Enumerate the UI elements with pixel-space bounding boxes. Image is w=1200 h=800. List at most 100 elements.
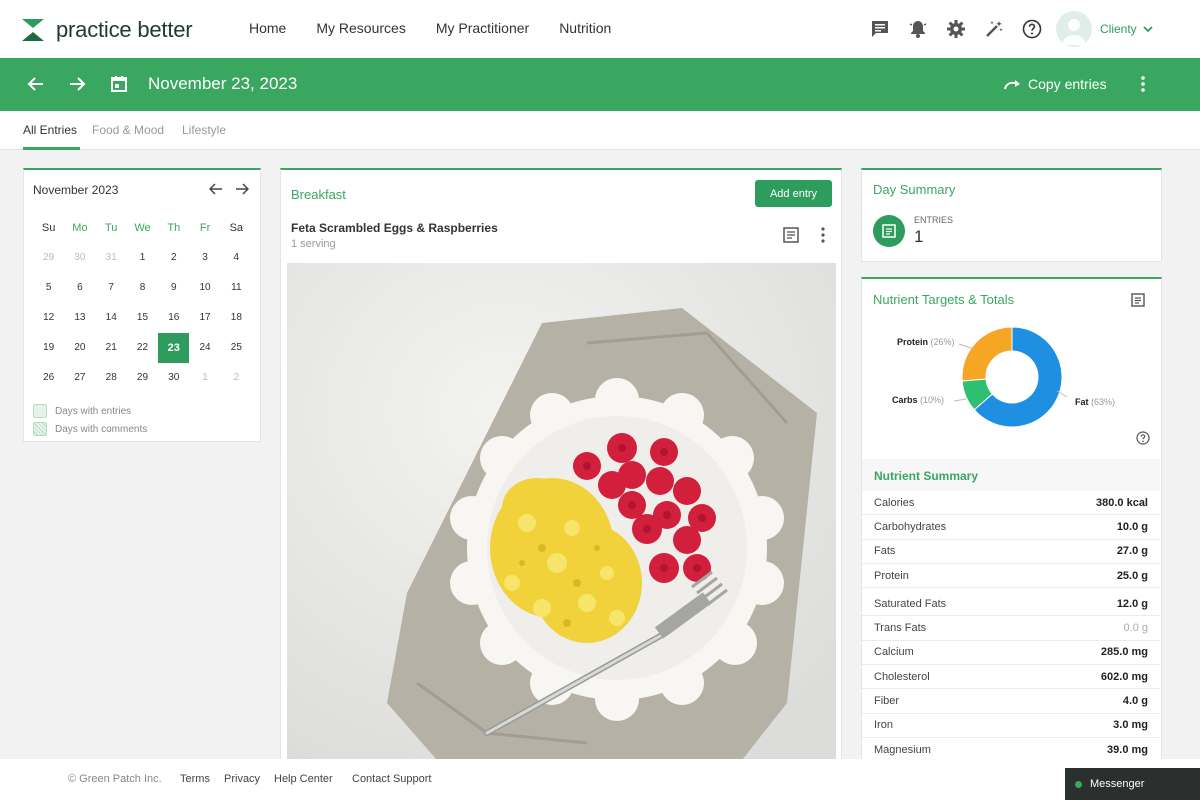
next-day-arrow-icon[interactable] [66, 73, 88, 95]
calendar-icon[interactable] [108, 73, 130, 95]
calendar-day[interactable]: 30 [158, 363, 189, 393]
user-menu[interactable]: Clienty [1100, 22, 1154, 36]
tab-lifestyle[interactable]: Lifestyle [182, 123, 226, 137]
weekday-label: Sa [229, 222, 244, 234]
calendar-day[interactable]: 8 [127, 273, 158, 303]
nutrient-summary-list: Calories 380.0 kcal Carbohydrates 10.0 g Fat… [862, 491, 1160, 763]
carbs-label: Carbs (10%) [892, 395, 945, 405]
weekday-header: Su Mo Tu We Th Fr Sa [33, 213, 252, 243]
nav-link-my-practitioner[interactable]: My Practitioner [436, 20, 529, 36]
nav-link-my-resources[interactable]: My Resources [316, 20, 405, 36]
tab-food-and-mood[interactable]: Food & Mood [92, 123, 164, 137]
nutrient-row: Iron 3.0 mg [862, 714, 1160, 738]
food-photo[interactable] [287, 263, 836, 760]
current-date[interactable]: November 23, 2023 [148, 74, 297, 94]
nutrient-help-icon[interactable] [1136, 431, 1150, 450]
donut-slice-protein[interactable] [961, 326, 1013, 382]
footer-link-help-center[interactable]: Help Center [274, 773, 333, 785]
day-summary-card: Day Summary ENTRIES 1 [861, 168, 1162, 262]
calendar-day-outside-month[interactable]: 29 [33, 243, 64, 273]
notes-icon[interactable] [782, 226, 800, 249]
calendar-day[interactable]: 9 [158, 273, 189, 303]
nav-link-home[interactable]: Home [249, 20, 286, 36]
online-status-dot [1075, 780, 1082, 788]
footer-link-privacy[interactable]: Privacy [224, 773, 260, 785]
calendar-day[interactable]: 22 [127, 333, 158, 363]
calendar-day[interactable]: 11 [221, 273, 252, 303]
nutrient-value: 285.0 mg [1100, 646, 1148, 659]
nutrient-value: 10.0 g [1116, 520, 1148, 533]
calendar-day[interactable]: 6 [64, 273, 95, 303]
calendar-day[interactable]: 24 [189, 333, 220, 363]
calendar-day-outside-month[interactable]: 1 [189, 363, 220, 393]
nutrient-row: Fats 27.0 g [862, 540, 1160, 564]
nav-icon-group [868, 17, 1044, 41]
weekday-label: Tu [104, 222, 118, 234]
tab-all-entries[interactable]: All Entries [23, 123, 77, 137]
user-avatar[interactable] [1056, 11, 1092, 47]
food-name[interactable]: Feta Scrambled Eggs & Raspberries [291, 221, 498, 235]
entries-label: ENTRIES [914, 215, 954, 225]
next-month-arrow-icon[interactable] [233, 180, 251, 198]
nutrient-row: Cholesterol 602.0 mg [862, 665, 1160, 690]
calendar-day[interactable]: 2 [158, 243, 189, 273]
calendar-day-outside-month[interactable]: 2 [221, 363, 252, 393]
previous-day-arrow-icon[interactable] [25, 73, 47, 95]
calendar-day-outside-month[interactable]: 31 [96, 243, 127, 273]
messenger-button[interactable]: Messenger [1065, 768, 1200, 800]
nutrient-summary-title: Nutrient Summary [874, 469, 979, 483]
calendar-day[interactable]: 17 [189, 303, 220, 333]
brand-name: practice better [56, 17, 193, 42]
weekday-label: Fr [199, 222, 211, 234]
food-more-options-icon[interactable] [817, 226, 829, 249]
calendar-day[interactable]: 20 [64, 333, 95, 363]
calendar-day[interactable]: 7 [96, 273, 127, 303]
add-entry-button[interactable]: Add entry [755, 180, 832, 207]
calendar-day[interactable]: 25 [221, 333, 252, 363]
calendar-day[interactable]: 13 [64, 303, 95, 333]
copy-entries-button[interactable]: Copy entries [1003, 76, 1107, 92]
magic-wand-icon[interactable] [982, 17, 1006, 41]
calendar-day[interactable]: 16 [158, 303, 189, 333]
calendar-day[interactable]: 14 [96, 303, 127, 333]
entry-tabs: All Entries Food & Mood Lifestyle [0, 111, 1200, 150]
entries-journal-icon [873, 215, 905, 247]
calendar-day[interactable]: 15 [127, 303, 158, 333]
calendar-day[interactable]: 12 [33, 303, 64, 333]
calendar-day[interactable]: 5 [33, 273, 64, 303]
calendar-day[interactable]: 10 [189, 273, 220, 303]
user-silhouette-icon [1062, 19, 1086, 45]
legend-days-with-entries: Days with entries [33, 404, 131, 418]
calendar-day[interactable]: 21 [96, 333, 127, 363]
calendar-day[interactable]: 29 [127, 363, 158, 393]
notifications-bell-icon[interactable] [906, 17, 930, 41]
date-toolbar: November 23, 2023 Copy entries [0, 58, 1200, 111]
nutrient-row: Saturated Fats 12.0 g [862, 592, 1160, 617]
calendar-day[interactable]: 27 [64, 363, 95, 393]
calendar-day[interactable]: 26 [33, 363, 64, 393]
chat-icon[interactable] [868, 17, 892, 41]
nutrient-name: Calcium [874, 646, 914, 659]
brand-logo[interactable]: practice better [22, 17, 193, 43]
nutrient-name: Carbohydrates [874, 520, 947, 533]
nav-link-nutrition[interactable]: Nutrition [559, 20, 611, 36]
calendar-day-outside-month[interactable]: 30 [64, 243, 95, 273]
nutrient-targets-card: Nutrient Targets & Totals Protein (26%) … [861, 277, 1162, 768]
help-icon[interactable] [1020, 17, 1044, 41]
calendar-day[interactable]: 4 [221, 243, 252, 273]
calendar-day[interactable]: 19 [33, 333, 64, 363]
nutrient-name: Protein [874, 569, 909, 582]
calendar-day[interactable]: 18 [221, 303, 252, 333]
nutrient-row: Fiber 4.0 g [862, 689, 1160, 714]
footer-link-contact-support[interactable]: Contact Support [352, 773, 432, 785]
footer-link-terms[interactable]: Terms [180, 773, 210, 785]
calendar-day[interactable]: 3 [189, 243, 220, 273]
calendar-day[interactable]: 28 [96, 363, 127, 393]
calendar-day[interactable]: 1 [127, 243, 158, 273]
previous-month-arrow-icon[interactable] [207, 180, 225, 198]
nutrient-row: Trans Fats 0.0 g [862, 616, 1160, 641]
calendar-day-selected[interactable]: 23 [158, 333, 190, 363]
settings-gear-icon[interactable] [944, 17, 968, 41]
more-options-icon[interactable] [1136, 74, 1150, 99]
nutrient-name: Trans Fats [874, 622, 927, 635]
